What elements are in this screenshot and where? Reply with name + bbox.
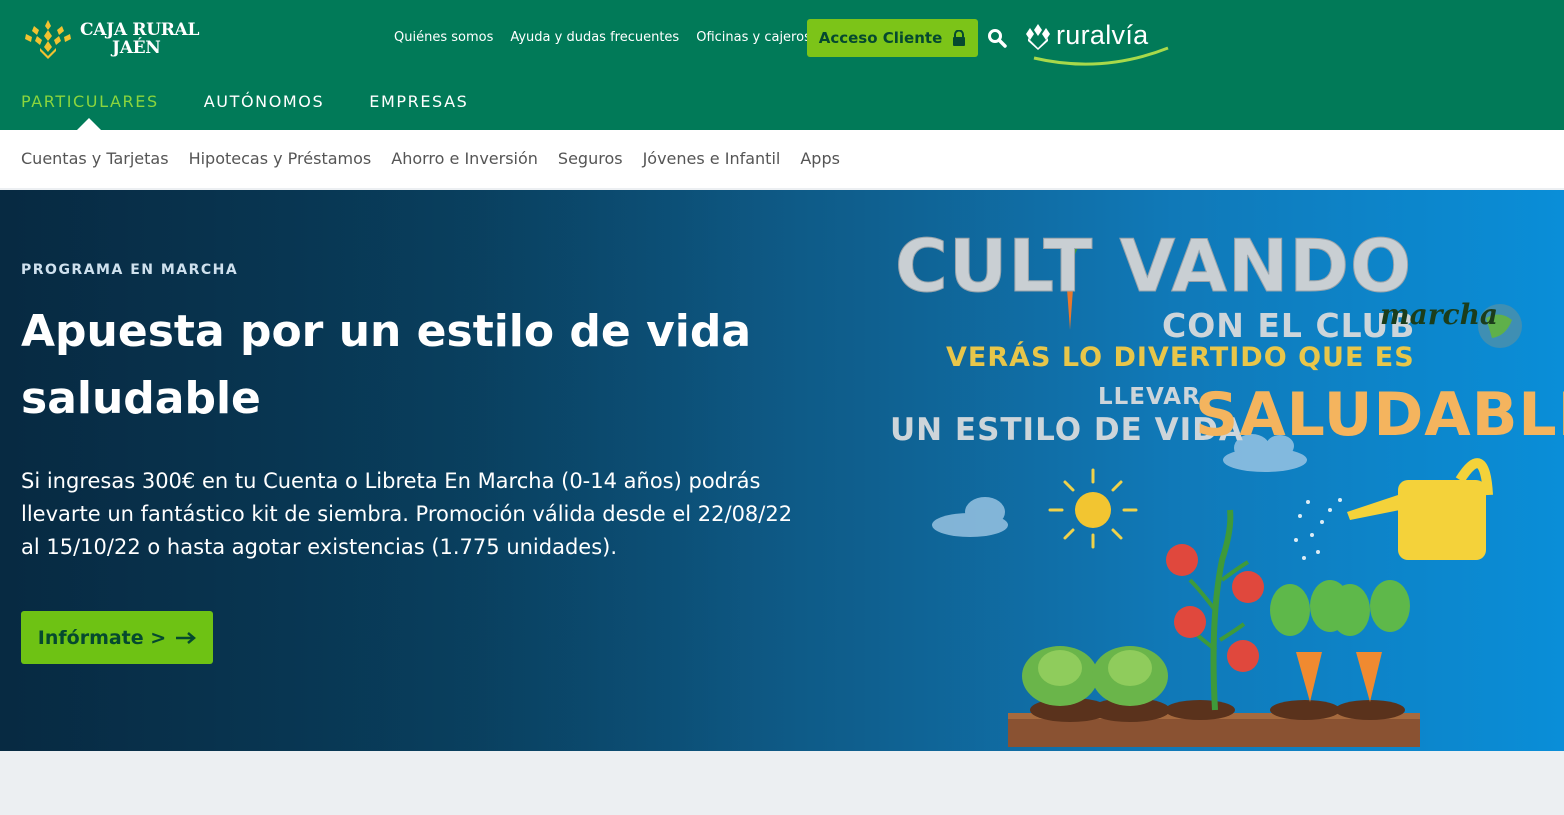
- hero-illustration: CULT VANDO CON EL CLUB marcha VERÁS LO D…: [860, 190, 1564, 751]
- subnav-seguros[interactable]: Seguros: [558, 149, 623, 168]
- hero-title: Apuesta por un estilo de vida saludable: [21, 306, 752, 424]
- lock-icon: [953, 30, 966, 46]
- art-club-name: marcha: [1380, 298, 1499, 331]
- nav-autonomos-label: AUTÓNOMOS: [203, 92, 325, 111]
- nav-autonomos[interactable]: AUTÓNOMOS: [204, 92, 325, 130]
- art-line3: VERÁS LO DIVERTIDO QUE ES: [946, 342, 1415, 373]
- link-ayuda[interactable]: Ayuda y dudas frecuentes: [510, 30, 679, 45]
- logo-line2: JAÉN: [112, 38, 161, 58]
- subnav-cuentas[interactable]: Cuentas y Tarjetas: [21, 149, 169, 168]
- ruralvia-label: ruralvía: [1056, 20, 1149, 50]
- art-line2: CON EL CLUB: [1162, 306, 1416, 345]
- informate-label: Infórmate >: [37, 626, 167, 649]
- active-caret: [77, 118, 101, 130]
- nav-particulares[interactable]: PARTICULARES: [21, 92, 159, 130]
- link-quienes-somos[interactable]: Quiénes somos: [394, 30, 493, 45]
- site-header: CAJA RURAL JAÉN Quiénes somos Ayuda y du…: [0, 0, 1564, 130]
- informate-button[interactable]: Infórmate >: [21, 611, 213, 664]
- subnav-ahorro[interactable]: Ahorro e Inversión: [391, 149, 538, 168]
- art-line4: LLEVAR: [1098, 384, 1201, 410]
- logo-text: CAJA RURAL JAÉN: [80, 21, 199, 57]
- art-line5: UN ESTILO DE VIDA: [890, 412, 1244, 448]
- art-line6: SALUDABLE: [1195, 380, 1564, 450]
- main-nav: PARTICULARES AUTÓNOMOS EMPRESAS: [21, 92, 468, 130]
- art-title: CULT VANDO: [894, 224, 1413, 309]
- caja-rural-logo[interactable]: CAJA RURAL JAÉN: [22, 14, 212, 64]
- subnav-apps[interactable]: Apps: [800, 149, 840, 168]
- link-oficinas[interactable]: Oficinas y cajeros: [696, 30, 811, 45]
- subnav-hipotecas[interactable]: Hipotecas y Préstamos: [189, 149, 372, 168]
- logo-line1: CAJA RURAL: [80, 20, 200, 40]
- nav-particulares-label: PARTICULARES: [21, 92, 159, 111]
- hero-text: Si ingresas 300€ en tu Cuenta o Libreta …: [21, 469, 793, 559]
- search-icon[interactable]: [987, 28, 1007, 48]
- wheat-logo-icon: [25, 20, 71, 59]
- hero-eyebrow: PROGRAMA EN MARCHA: [21, 262, 239, 278]
- sub-nav: Cuentas y Tarjetas Hipotecas y Préstamos…: [0, 130, 1564, 188]
- acceso-cliente-label: Acceso Cliente: [818, 29, 943, 47]
- acceso-cliente-button[interactable]: Acceso Cliente: [807, 19, 978, 57]
- hero-banner: PROGRAMA EN MARCHA Apuesta por un estilo…: [0, 190, 1564, 751]
- nav-empresas-label: EMPRESAS: [369, 92, 469, 111]
- ruralvia-logo[interactable]: ruralvía: [1022, 18, 1172, 70]
- top-links: Quiénes somos Ayuda y dudas frecuentes O…: [394, 30, 811, 45]
- subnav-jovenes[interactable]: Jóvenes e Infantil: [643, 149, 781, 168]
- arrow-right-icon: [176, 631, 197, 644]
- nav-empresas[interactable]: EMPRESAS: [369, 92, 468, 130]
